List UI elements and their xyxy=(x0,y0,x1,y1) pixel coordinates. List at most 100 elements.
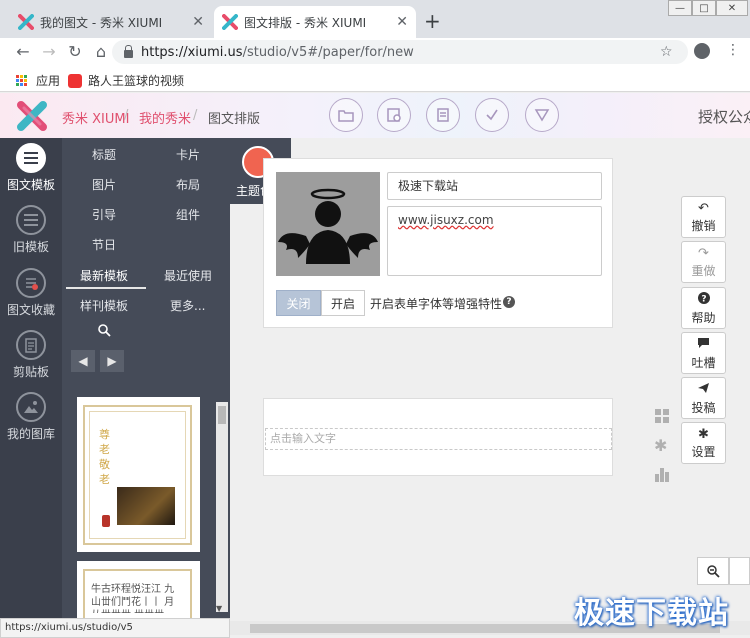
settings-button[interactable]: ✱ 设置 xyxy=(681,422,726,464)
category-festival[interactable]: 节日 xyxy=(92,236,116,253)
prev-page-button[interactable]: ◀ xyxy=(71,350,95,372)
tab-more[interactable]: 更多... xyxy=(170,297,205,314)
authorize-account-link[interactable]: 授权公众 xyxy=(698,106,750,127)
bookmark-label: 路人王篮球的视频 xyxy=(88,74,185,88)
sidebar-item-gallery[interactable]: 我的图库 xyxy=(0,392,62,442)
tab-close-icon[interactable]: ✕ xyxy=(192,14,204,30)
sidebar-item-label: 图文收藏 xyxy=(6,303,55,317)
template-photo xyxy=(117,487,175,525)
question-mark-icon[interactable]: ? xyxy=(503,296,515,308)
layout-grid-icon[interactable] xyxy=(654,408,670,428)
sidebar-item-clipboard[interactable]: 剪贴板 xyxy=(0,330,62,380)
xiumi-favicon-icon xyxy=(222,14,238,30)
body-text-input[interactable]: 点击输入文字 xyxy=(265,428,612,450)
help-button[interactable]: ? 帮助 xyxy=(681,287,726,329)
cover-image[interactable] xyxy=(276,172,380,276)
category-layout[interactable]: 布局 xyxy=(176,176,200,193)
sidebar-item-template[interactable]: 图文模板 xyxy=(0,143,62,193)
url-host: https://xiumi.us xyxy=(141,44,243,60)
zoom-out-icon xyxy=(706,564,720,578)
send-icon xyxy=(682,382,725,399)
article-title-field[interactable]: 极速下载站 xyxy=(387,172,602,200)
arrow-right-icon: ▶ xyxy=(107,354,117,368)
sidebar-item-favorites[interactable]: 图文收藏 xyxy=(0,268,62,318)
article-summary-field[interactable]: www.jisuxz.com xyxy=(387,206,602,276)
next-page-button[interactable]: ▶ xyxy=(100,350,124,372)
brand-link[interactable]: 秀米 XIUMI xyxy=(62,108,129,127)
undo-label: 撤销 xyxy=(691,219,716,233)
bookmarks-bar: 应用 路人王篮球的视频 xyxy=(0,68,750,92)
template-thumbnail[interactable]: 尊老敬老 xyxy=(77,397,200,552)
seal-icon xyxy=(102,515,110,527)
svg-text:?: ? xyxy=(701,295,706,305)
folder-icon[interactable] xyxy=(329,98,363,132)
template-list-scrollbar[interactable] xyxy=(216,402,228,612)
category-guide[interactable]: 引导 xyxy=(92,206,116,223)
gallery-icon xyxy=(16,392,46,422)
xiumi-logo-icon[interactable] xyxy=(16,100,48,132)
category-title[interactable]: 标题 xyxy=(92,146,116,163)
print-icon[interactable] xyxy=(426,98,460,132)
scrollbar-thumb[interactable] xyxy=(218,406,226,424)
bar-chart-icon[interactable] xyxy=(654,466,670,486)
bookmark-star-icon[interactable]: ☆ xyxy=(660,44,673,60)
video-icon xyxy=(68,73,82,88)
redo-icon: ↷ xyxy=(698,246,709,261)
tab-title: 我的图文 - 秀米 XIUMI xyxy=(40,15,163,30)
tab-layout-editor[interactable]: 图文排版 - 秀米 XIUMI ✕ xyxy=(214,6,416,38)
new-tab-button[interactable]: + xyxy=(424,10,441,32)
undo-button[interactable]: ↶ 撤销 xyxy=(681,196,726,238)
enhance-toggle-off[interactable]: 关闭 xyxy=(276,290,321,316)
asterisk-icon[interactable]: ✱ xyxy=(654,436,667,455)
reload-icon[interactable]: ↻ xyxy=(64,42,86,61)
tab-sample-templates[interactable]: 样刊模板 xyxy=(80,297,128,314)
help-icon: ? xyxy=(682,292,725,309)
minimize-button[interactable]: — xyxy=(668,0,692,16)
sidebar-item-label: 我的图库 xyxy=(6,427,55,441)
search-icon[interactable] xyxy=(98,324,111,337)
enhance-toggle-description: 开启表单字体等增强特性 xyxy=(370,297,503,311)
settings-label: 设置 xyxy=(691,445,716,459)
redo-button[interactable]: ↷ 重做 xyxy=(681,241,726,283)
back-icon[interactable]: ← xyxy=(12,42,34,61)
category-component[interactable]: 组件 xyxy=(176,206,200,223)
save-as-icon[interactable] xyxy=(377,98,411,132)
maximize-button[interactable]: □ xyxy=(692,0,716,16)
feedback-label: 吐槽 xyxy=(691,356,716,370)
preview-icon[interactable] xyxy=(525,98,559,132)
submit-button[interactable]: 投稿 xyxy=(681,377,726,419)
submit-label: 投稿 xyxy=(691,401,716,415)
zoom-out-button[interactable] xyxy=(697,557,729,585)
sidebar-item-label: 图文模板 xyxy=(6,178,55,192)
feedback-button[interactable]: 吐槽 xyxy=(681,332,726,374)
tab-recently-used[interactable]: 最近使用 xyxy=(164,267,212,284)
tab-my-articles[interactable]: 我的图文 - 秀米 XIUMI ✕ xyxy=(10,6,212,38)
xiumi-favicon-icon xyxy=(18,14,34,30)
forward-icon[interactable]: → xyxy=(38,42,60,61)
arrow-left-icon: ◀ xyxy=(78,354,88,368)
bookmark-apps[interactable]: 应用 xyxy=(16,72,60,89)
zoom-in-button[interactable] xyxy=(729,557,750,585)
sidebar-item-old-template[interactable]: 旧模板 xyxy=(0,205,62,255)
bookmark-video[interactable]: 路人王篮球的视频 xyxy=(68,72,184,89)
url-path: /studio/v5#/paper/for/new xyxy=(242,44,414,60)
breadcrumb-my-xiumi[interactable]: 我的秀米 xyxy=(139,108,191,127)
profile-avatar-icon[interactable] xyxy=(694,43,710,59)
tab-latest-templates[interactable]: 最新模板 xyxy=(80,267,128,284)
scroll-down-icon[interactable]: ▼ xyxy=(216,604,222,613)
window-close-button[interactable]: ✕ xyxy=(716,0,748,16)
template-icon xyxy=(16,143,46,173)
help-label: 帮助 xyxy=(691,311,716,325)
category-image[interactable]: 图片 xyxy=(92,176,116,193)
home-icon[interactable]: ⌂ xyxy=(90,42,112,61)
status-bar-url: https://xiumi.us/studio/v5 xyxy=(0,618,230,638)
check-icon[interactable] xyxy=(475,98,509,132)
breadcrumb-current: 图文排版 xyxy=(208,112,261,127)
template-thumbnail[interactable]: 牛古环程悦汪江 九 山丗们鬥花丨丨 月 从丗丗丗 丗丗丗 xyxy=(77,561,200,621)
breadcrumb-separator: / xyxy=(124,108,129,123)
browser-menu-icon[interactable]: ⋮ xyxy=(726,42,740,58)
address-bar[interactable]: https://xiumi.us/studio/v5#/paper/for/ne… xyxy=(112,40,688,64)
tab-close-icon[interactable]: ✕ xyxy=(396,14,408,30)
category-card[interactable]: 卡片 xyxy=(176,146,200,163)
enhance-toggle-on[interactable]: 开启 xyxy=(321,290,365,316)
